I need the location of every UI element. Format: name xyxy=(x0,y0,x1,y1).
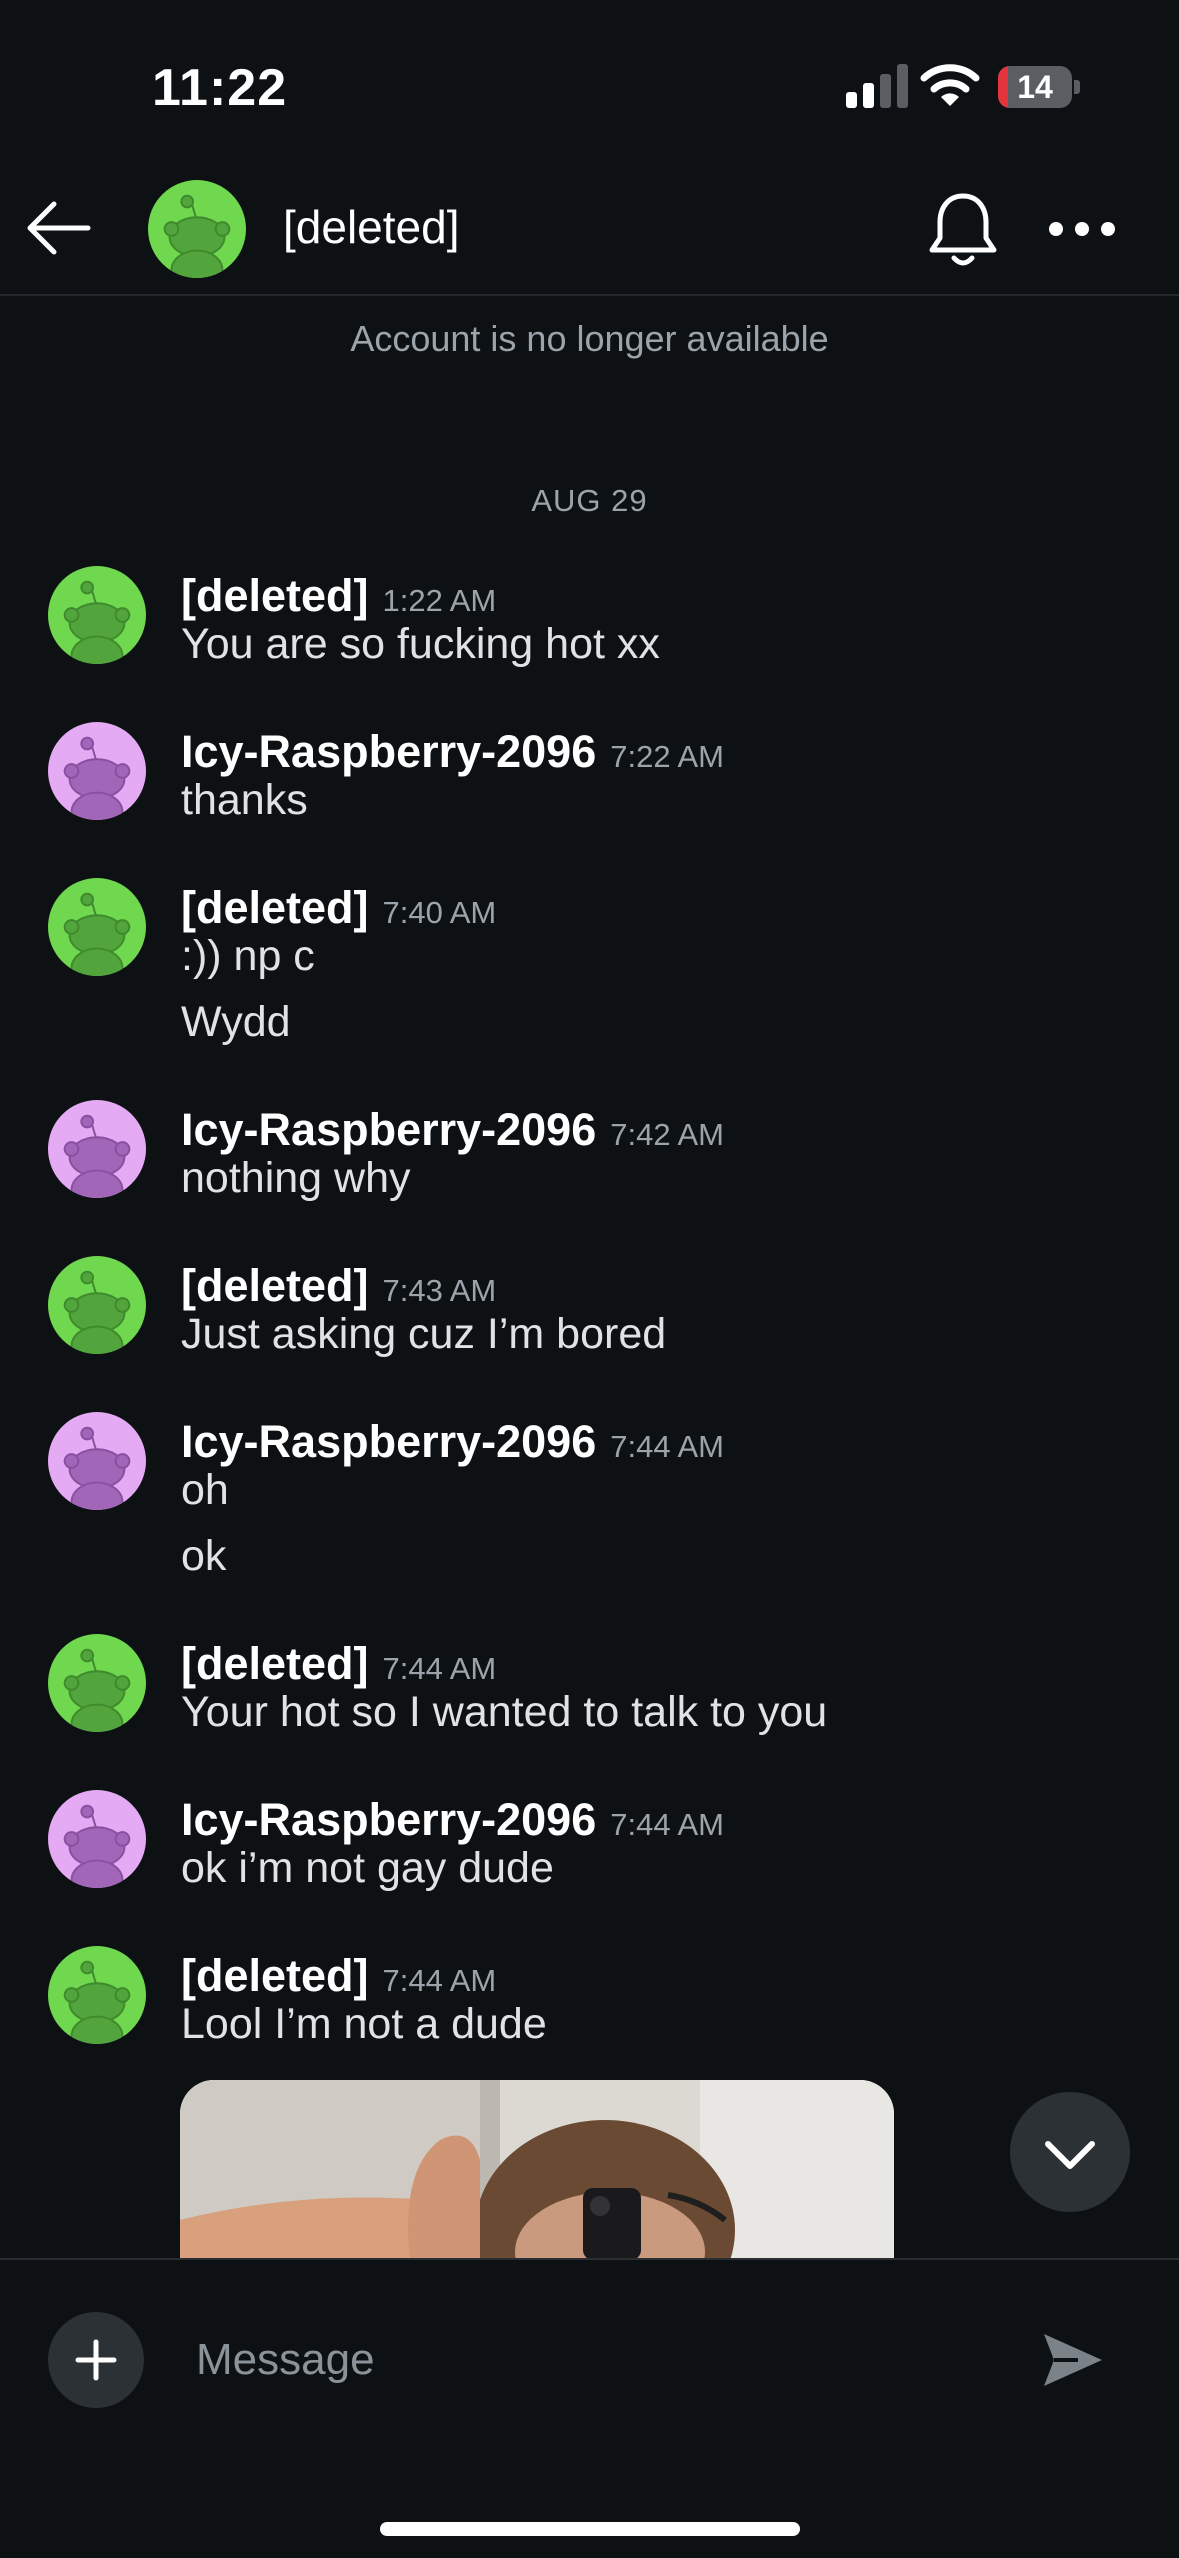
message-composer xyxy=(0,2258,1179,2558)
bell-icon[interactable] xyxy=(924,188,1002,270)
message-timestamp: 7:43 AM xyxy=(382,1273,497,1308)
snoo-avatar-icon[interactable] xyxy=(48,1634,146,1732)
message-input[interactable] xyxy=(178,2322,1014,2398)
send-icon[interactable] xyxy=(1038,2328,1106,2392)
message-header: [deleted] 7:44 AM xyxy=(181,1950,496,2002)
message-timestamp: 7:44 AM xyxy=(610,1807,724,1842)
wifi-icon xyxy=(920,64,980,106)
message-text: Wydd xyxy=(181,998,291,1046)
snoo-avatar-icon[interactable] xyxy=(48,1412,146,1510)
message-text: You are so fucking hot xx xyxy=(181,620,660,668)
message-text: :)) np c xyxy=(181,932,315,980)
message-username[interactable]: [deleted] xyxy=(181,882,369,933)
status-time: 11:22 xyxy=(152,59,288,117)
message-header: [deleted] 1:22 AM xyxy=(181,570,496,622)
message-text: Just asking cuz I’m bored xyxy=(181,1310,667,1358)
cellular-signal-icon xyxy=(846,64,908,108)
message-timestamp: 7:42 AM xyxy=(610,1117,724,1152)
battery-tip xyxy=(1074,80,1080,94)
snoo-avatar-icon[interactable] xyxy=(48,1100,146,1198)
message-text: thanks xyxy=(181,776,308,824)
plus-icon xyxy=(75,2339,117,2381)
message-username[interactable]: Icy-Raspberry-2096 xyxy=(181,1794,596,1845)
message-username[interactable]: Icy-Raspberry-2096 xyxy=(181,726,596,777)
snoo-avatar-icon[interactable] xyxy=(48,566,146,664)
status-bar: 11:22 14 xyxy=(0,0,1179,170)
message-timestamp: 7:44 AM xyxy=(382,1963,497,1998)
account-unavailable-notice: Account is no longer available xyxy=(350,318,829,359)
snoo-avatar-icon[interactable] xyxy=(48,1946,146,2044)
home-indicator xyxy=(380,2522,800,2536)
message-text: Your hot so I wanted to talk to you xyxy=(181,1688,828,1736)
snoo-avatar-icon[interactable] xyxy=(148,180,246,278)
message-timestamp: 7:44 AM xyxy=(382,1651,497,1686)
message-header: [deleted] 7:44 AM xyxy=(181,1638,496,1690)
message-text: Lool I’m not a dude xyxy=(181,2000,547,2048)
message-text: ok xyxy=(181,1532,227,1580)
battery-body: 14 xyxy=(998,66,1072,108)
message-header: [deleted] 7:40 AM xyxy=(181,882,496,934)
battery-percent: 14 xyxy=(1017,69,1053,105)
message-text: oh xyxy=(181,1466,229,1514)
message-header: [deleted] 7:43 AM xyxy=(181,1260,496,1312)
message-header: Icy-Raspberry-2096 7:22 AM xyxy=(181,726,724,778)
message-header: Icy-Raspberry-2096 7:44 AM xyxy=(181,1416,724,1468)
image-attachment[interactable] xyxy=(180,2080,894,2260)
snoo-avatar-icon[interactable] xyxy=(48,1790,146,1888)
snoo-avatar-icon[interactable] xyxy=(48,1256,146,1354)
chat-title: [deleted] xyxy=(283,201,460,253)
message-username[interactable]: [deleted] xyxy=(181,1638,369,1689)
message-timestamp: 7:44 AM xyxy=(610,1429,724,1464)
date-divider: AUG 29 xyxy=(531,483,648,518)
attach-button[interactable] xyxy=(48,2312,144,2408)
snoo-avatar-icon[interactable] xyxy=(48,722,146,820)
message-timestamp: 1:22 AM xyxy=(382,583,497,618)
scroll-to-bottom-button[interactable] xyxy=(1010,2092,1130,2212)
message-username[interactable]: Icy-Raspberry-2096 xyxy=(181,1104,596,1155)
more-horizontal-icon[interactable] xyxy=(1044,196,1120,262)
message-timestamp: 7:40 AM xyxy=(382,895,497,930)
photo-preview xyxy=(180,2080,894,2260)
message-text: ok i’m not gay dude xyxy=(181,1844,554,1892)
message-text: nothing why xyxy=(181,1154,411,1202)
message-header: Icy-Raspberry-2096 7:42 AM xyxy=(181,1104,724,1156)
message-username[interactable]: [deleted] xyxy=(181,570,369,621)
snoo-avatar-icon[interactable] xyxy=(48,878,146,976)
battery-indicator: 14 xyxy=(998,66,1080,108)
message-username[interactable]: Icy-Raspberry-2096 xyxy=(181,1416,596,1467)
chat-header: [deleted] xyxy=(0,170,1179,296)
message-timestamp: 7:22 AM xyxy=(610,739,724,774)
chevron-down-icon xyxy=(1045,2141,1095,2169)
arrow-left-icon[interactable] xyxy=(22,190,98,266)
message-header: Icy-Raspberry-2096 7:44 AM xyxy=(181,1794,724,1846)
message-username[interactable]: [deleted] xyxy=(181,1260,369,1311)
message-username[interactable]: [deleted] xyxy=(181,1950,369,2001)
